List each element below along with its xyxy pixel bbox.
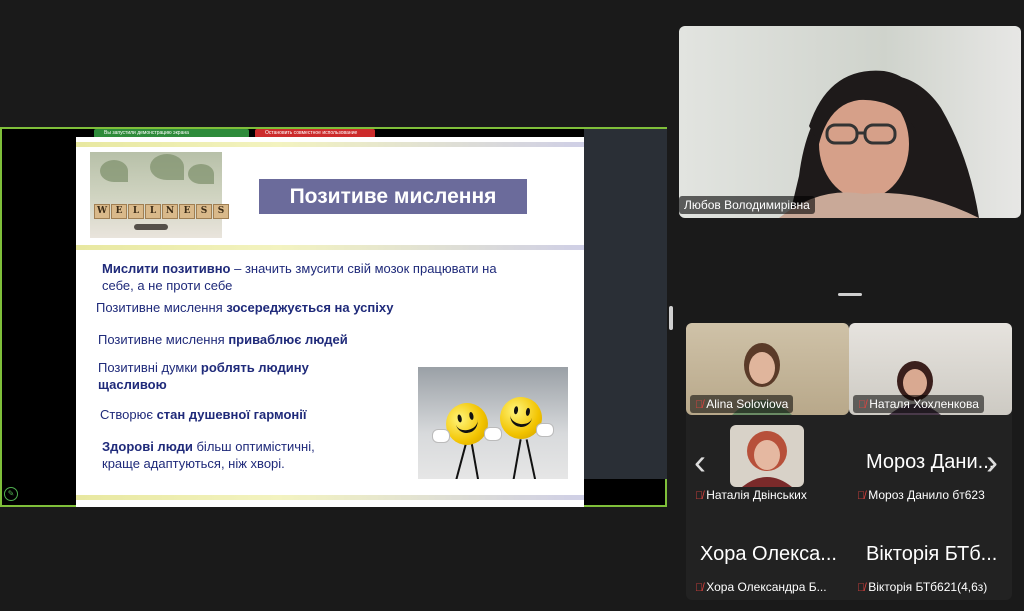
slide-top-stripe — [76, 142, 584, 147]
slide-bottom-stripe — [76, 495, 584, 500]
slide-line-3: Позитивне мислення зосереджується на усп… — [96, 300, 394, 315]
microphone-off-icon: 🎙̸ — [695, 490, 704, 502]
slide-line-7: Створює стан душевної гармонії — [100, 407, 307, 422]
slide-line-5: Позитивні думки роблять людину — [98, 360, 309, 375]
participant-name: 🎙̸ Наталія Двінських — [695, 488, 807, 502]
smiley-image — [418, 367, 568, 479]
slide-title: Позитиве мислення — [289, 185, 497, 208]
slide-line-4: Позитивне мислення приваблює людей — [98, 332, 348, 347]
speaker-video[interactable]: Любов Володимирівна — [679, 26, 1021, 218]
participant-name: 🎙̸ Хора Олександра Б... — [695, 580, 827, 594]
participant-person — [742, 431, 792, 487]
resize-handle[interactable] — [838, 293, 862, 296]
microphone-off-icon: 🎙̸ — [695, 399, 704, 411]
microphone-off-icon: 🎙̸ — [858, 399, 867, 411]
wellness-tile: L — [145, 204, 161, 219]
slide-line-1: Мислити позитивно – значить змусити свій… — [102, 261, 497, 276]
wellness-tile: E — [179, 204, 195, 219]
participant-name: 🎙̸ Alina Soloviova — [690, 395, 794, 413]
wellness-tiles: WELLNESS — [94, 204, 229, 219]
participant-big-name: Вікторія БТб... — [866, 543, 998, 565]
participant-name: 🎙̸ Вікторія БТб621(4,6з) — [857, 580, 988, 594]
wellness-tile: E — [111, 204, 127, 219]
participant-name: 🎙̸ Наталя Хохленкова — [853, 395, 984, 413]
shared-screen: Вы запустили демонстрацию экрана Останов… — [0, 127, 667, 507]
slide-line-8: Здорові люди більш оптимістичні, — [102, 439, 315, 454]
chevron-right-icon[interactable]: › — [986, 441, 998, 483]
wellness-tile: L — [128, 204, 144, 219]
participant-name: 🎙̸ Мороз Данило бт623 — [857, 488, 985, 502]
slide-title-box: Позитиве мислення — [259, 179, 527, 214]
share-side-panel — [584, 129, 667, 479]
microphone-off-icon: 🎙̸ — [857, 582, 866, 594]
wellness-tile: S — [213, 204, 229, 219]
microphone-off-icon: 🎙̸ — [695, 582, 704, 594]
participant-big-name: Мороз Дани... — [866, 451, 995, 473]
wellness-tile: N — [162, 204, 178, 219]
splitter-handle[interactable] — [669, 306, 673, 330]
participant-grid: 🎙̸ Alina Soloviova 🎙̸ Наталя Хохленкова ‹ … — [686, 323, 1012, 600]
slide-line-9: краще адаптуються, ніж хворі. — [102, 456, 285, 471]
participant-tile[interactable]: 🎙̸ Alina Soloviova — [686, 323, 849, 415]
slide-line-6: щасливою — [98, 377, 167, 392]
wellness-image: WELLNESS — [90, 152, 229, 238]
microphone-off-icon: 🎙̸ — [857, 490, 866, 502]
presentation-slide: WELLNESS Позитиве мислення Мислити позит… — [76, 137, 584, 507]
wellness-tile: W — [94, 204, 110, 219]
participant-tile[interactable]: 🎙̸ Наталя Хохленкова — [849, 323, 1012, 415]
speaker-name: Любов Володимирівна — [679, 196, 815, 214]
speaker-person — [779, 70, 979, 218]
chevron-left-icon[interactable]: ‹ — [694, 441, 706, 483]
wellness-tile: S — [196, 204, 212, 219]
slide-line-2: себе, а не проти себе — [102, 278, 233, 293]
slide-mid-stripe — [76, 245, 584, 250]
participant-big-name: Хора Олекса... — [700, 543, 837, 565]
pencil-icon[interactable]: ✎ — [4, 487, 18, 501]
participant-avatar — [730, 425, 804, 487]
